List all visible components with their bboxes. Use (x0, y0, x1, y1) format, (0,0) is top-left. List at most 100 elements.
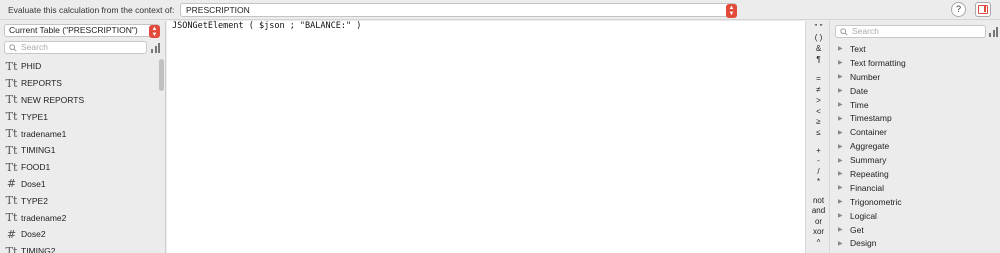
disclosure-triangle-icon[interactable]: ▶ (838, 198, 850, 205)
field-item[interactable]: Tt NEW REPORTS (0, 92, 160, 109)
formula-text[interactable]: JSONGetElement ( $json ; "BALANCE:" ) (172, 21, 361, 31)
operator-button[interactable]: * (807, 177, 830, 186)
function-category[interactable]: ▶ Text formatting (831, 56, 1000, 70)
field-item[interactable]: Tt TYPE2 (0, 192, 160, 209)
disclosure-triangle-icon[interactable]: ▶ (838, 115, 850, 122)
fields-panel: Current Table ("PRESCRIPTION") ▲ ▼ Search… (0, 21, 166, 253)
function-category[interactable]: ▶ Financial (831, 181, 1000, 195)
field-name: NEW REPORTS (21, 94, 85, 105)
sort-bars-icon[interactable] (151, 43, 161, 53)
field-item[interactable]: Tt PHID (0, 58, 160, 75)
search-icon (9, 44, 17, 52)
field-name: TIMING1 (21, 145, 56, 156)
field-list: Tt PHID Tt REPORTS Tt NEW REPORTS Tt TYPE1 Tt tra… (0, 58, 160, 253)
operator-button[interactable]: ¶ (807, 55, 830, 64)
field-name: TYPE2 (21, 195, 48, 206)
context-select[interactable]: PRESCRIPTION ▲ ▼ (180, 3, 737, 18)
disclosure-triangle-icon[interactable]: ▶ (838, 101, 850, 108)
disclosure-triangle-icon[interactable]: ▶ (838, 240, 850, 247)
operator-button[interactable]: ( ) (807, 33, 830, 42)
functions-panel: Search ▶ Text ▶ Text formatting ▶ Number ▶ Date… (831, 21, 1000, 253)
function-category-label: Date (850, 85, 868, 96)
operator-button[interactable]: & (807, 44, 830, 53)
table-select[interactable]: Current Table ("PRESCRIPTION") ▲ ▼ (4, 24, 160, 38)
operators-column: " "( ) & ¶ = ≠ > < ≥ ≤ + - / * not and or xor ^ (807, 21, 830, 253)
toggle-panel-button[interactable] (975, 2, 991, 17)
operator-button[interactable]: ≠ (807, 85, 830, 94)
disclosure-triangle-icon[interactable]: ▶ (838, 73, 850, 80)
field-item[interactable]: Tt TYPE1 (0, 108, 160, 125)
field-item[interactable]: Tt tradename1 (0, 125, 160, 142)
context-bar: Evaluate this calculation from the conte… (0, 0, 1000, 20)
help-button[interactable]: ? (951, 2, 966, 17)
operator-button[interactable]: ≤ (807, 128, 830, 137)
table-select-stepper-icon[interactable]: ▲ ▼ (149, 25, 160, 38)
operator-button[interactable]: / (807, 167, 830, 176)
operator-button[interactable]: > (807, 96, 830, 105)
function-category[interactable]: ▶ Time (831, 98, 1000, 112)
operator-button[interactable]: ^ (807, 238, 830, 247)
operator-button[interactable]: ≥ (807, 117, 830, 126)
function-category[interactable]: ▶ Trigonometric (831, 195, 1000, 209)
function-category[interactable]: ▶ Get (831, 223, 1000, 237)
function-category[interactable]: ▶ Date (831, 84, 1000, 98)
text-field-icon: Tt (5, 59, 18, 73)
function-category-label: Get (850, 224, 864, 235)
function-category[interactable]: ▶ Text (831, 42, 1000, 56)
disclosure-triangle-icon[interactable]: ▶ (838, 129, 850, 136)
fields-scrollbar[interactable] (159, 59, 164, 91)
field-name: PHID (21, 61, 42, 72)
function-category-label: Summary (850, 155, 887, 166)
field-item[interactable]: # Dose2 (0, 226, 160, 243)
function-category[interactable]: ▶ Summary (831, 153, 1000, 167)
function-category-label: Text (850, 43, 866, 54)
operator-button[interactable]: = (807, 74, 830, 83)
text-field-icon: Tt (5, 76, 18, 90)
function-category-label: Trigonometric (850, 196, 902, 207)
operator-button[interactable]: or (807, 217, 830, 226)
operator-button[interactable]: + (807, 146, 830, 155)
function-category[interactable]: ▶ Logical (831, 209, 1000, 223)
disclosure-triangle-icon[interactable]: ▶ (838, 59, 850, 66)
field-item[interactable]: Tt TIMING1 (0, 142, 160, 159)
field-item[interactable]: # Dose1 (0, 176, 160, 193)
operator-button[interactable]: xor (807, 227, 830, 236)
text-field-icon: Tt (5, 127, 18, 141)
field-name: Dose1 (21, 178, 46, 189)
disclosure-triangle-icon[interactable]: ▶ (838, 226, 850, 233)
calculation-editor[interactable]: JSONGetElement ( $json ; "BALANCE:" ) (167, 21, 806, 253)
disclosure-triangle-icon[interactable]: ▶ (838, 45, 850, 52)
disclosure-triangle-icon[interactable]: ▶ (838, 184, 850, 191)
field-item[interactable]: Tt FOOD1 (0, 159, 160, 176)
table-select-value: Current Table ("PRESCRIPTION") (9, 25, 138, 35)
context-label: Evaluate this calculation from the conte… (8, 5, 175, 15)
function-category[interactable]: ▶ Repeating (831, 167, 1000, 181)
function-category-label: Financial (850, 182, 885, 193)
field-item[interactable]: Tt tradename2 (0, 209, 160, 226)
function-category[interactable]: ▶ Number (831, 70, 1000, 84)
operator-button[interactable]: not (807, 196, 830, 205)
disclosure-triangle-icon[interactable]: ▶ (838, 157, 850, 164)
functions-search-input[interactable]: Search (835, 25, 986, 38)
operator-button[interactable]: < (807, 107, 830, 116)
sort-bars-icon[interactable] (989, 27, 999, 37)
number-field-icon: # (6, 177, 17, 191)
disclosure-triangle-icon[interactable]: ▶ (838, 170, 850, 177)
operator-button[interactable]: and (807, 206, 830, 215)
function-category[interactable]: ▶ Aggregate (831, 139, 1000, 153)
function-category[interactable]: ▶ Timestamp (831, 111, 1000, 125)
function-category-label: Design (850, 238, 877, 249)
disclosure-triangle-icon[interactable]: ▶ (838, 212, 850, 219)
text-field-icon: Tt (5, 110, 18, 124)
function-category[interactable]: ▶ Container (831, 125, 1000, 139)
fields-search-input[interactable]: Search (4, 41, 147, 54)
function-category[interactable]: ▶ Design (831, 236, 1000, 250)
operator-button[interactable]: " " (807, 23, 830, 32)
panel-toggle-icon (978, 5, 988, 14)
field-item[interactable]: Tt REPORTS (0, 75, 160, 92)
disclosure-triangle-icon[interactable]: ▶ (838, 87, 850, 94)
context-select-stepper-icon[interactable]: ▲ ▼ (726, 4, 737, 18)
field-item[interactable]: Tt TIMING2 (0, 243, 160, 253)
disclosure-triangle-icon[interactable]: ▶ (838, 143, 850, 150)
operator-button[interactable]: - (807, 156, 830, 165)
